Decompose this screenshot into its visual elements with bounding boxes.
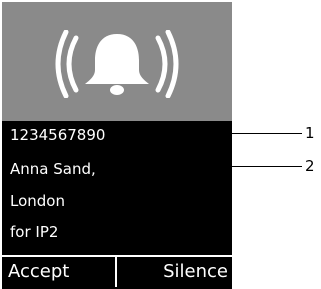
handset-display: 1234567890 Anna Sand, London for IP2 Acc… — [2, 2, 232, 289]
caller-number: 1234567890 — [10, 126, 106, 144]
receiving-account: for IP2 — [10, 223, 59, 241]
callout-label-2: 2 — [305, 157, 315, 175]
softkey-bar: Accept Silence — [2, 255, 232, 289]
incoming-call-header — [2, 2, 232, 121]
callout-line-2 — [218, 166, 302, 167]
caller-city: London — [10, 192, 65, 210]
callout-line-1 — [218, 133, 302, 134]
caller-name: Anna Sand, — [10, 160, 96, 178]
silence-button[interactable]: Silence — [119, 257, 232, 287]
ringing-bell-icon — [55, 30, 179, 98]
accept-button[interactable]: Accept — [2, 257, 117, 287]
callout-label-1: 1 — [305, 124, 315, 142]
